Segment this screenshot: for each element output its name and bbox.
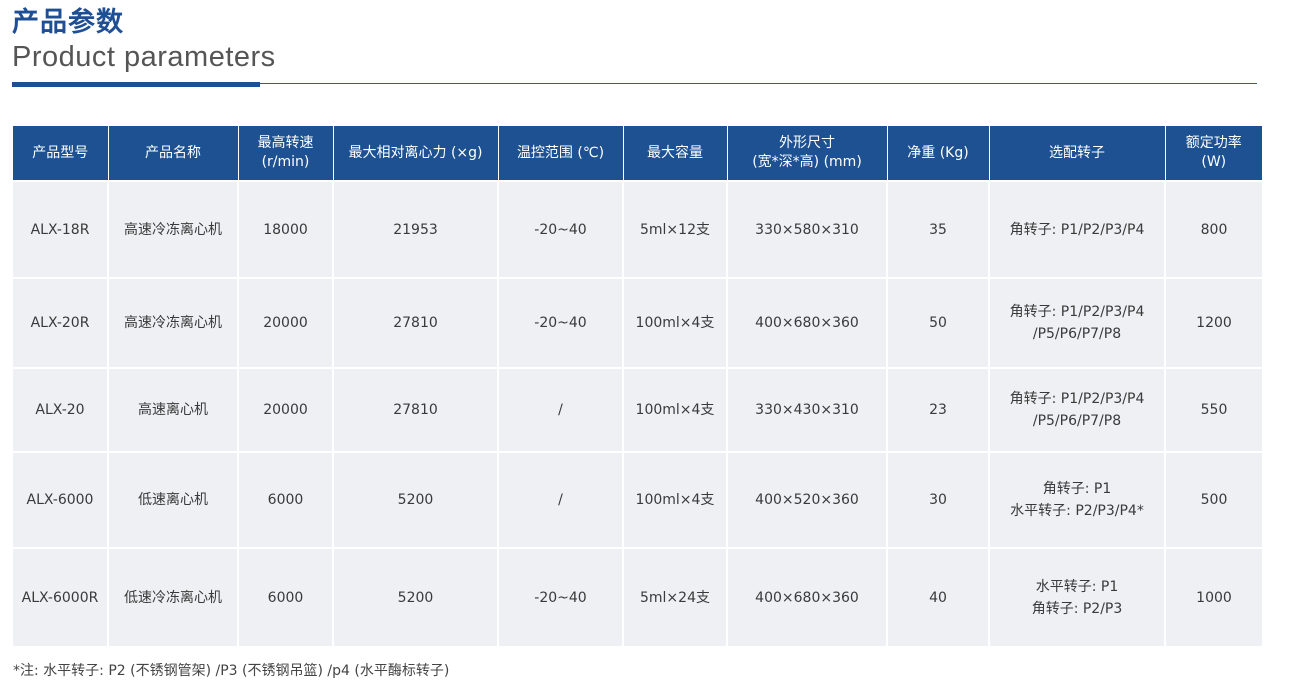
- column-header: 额定功率 (W): [1165, 126, 1262, 181]
- temp-cell: /: [498, 451, 624, 548]
- speed-cell: 6000: [238, 451, 334, 548]
- power-cell: 1000: [1165, 547, 1262, 646]
- rotor-line: 角转子: P1/P2/P3/P4: [1009, 304, 1145, 320]
- column-header: 净重 (Kg): [887, 126, 990, 181]
- weight-cell: 35: [887, 180, 990, 278]
- table-row: ALX-6000R 低速冷冻离心机 6000 5200 -20~40 5ml×24支 400…: [13, 547, 1262, 646]
- power-cell: 1200: [1165, 277, 1262, 368]
- column-header-label: 产品型号: [32, 144, 89, 161]
- table-row: ALX-6000 低速离心机 6000 5200/100ml×4支 400×520×36…: [13, 451, 1262, 548]
- column-header: 选配转子: [989, 126, 1166, 181]
- column-header-label: 额定功率: [1185, 135, 1242, 151]
- column-header: 最大相对离心力 (×g): [333, 126, 499, 181]
- model-cell: ALX-20: [13, 367, 109, 452]
- model-cell: ALX-6000R: [13, 547, 109, 646]
- rotor-line: 角转子: P1/P2/P3/P4: [1009, 391, 1145, 407]
- speed-cell: 20000: [238, 367, 334, 452]
- column-header-label: 选配转子: [1049, 144, 1105, 161]
- rotor-line: 角转子: P1: [1042, 481, 1112, 497]
- size-cell: 330×580×310: [727, 180, 888, 278]
- page-subtitle: Product parameters: [12, 41, 276, 73]
- rotor-line: 水平转子: P2/P3/P4*: [1010, 503, 1144, 519]
- rotor-cell: 角转子: P1/P2/P3/P4: [989, 180, 1166, 278]
- column-header-label: 最大相对离心力 (×g): [348, 144, 483, 161]
- column-header-label: 外形尺寸: [779, 135, 835, 151]
- speed-cell: 6000: [238, 547, 334, 646]
- rotor-cell: 角转子: P1 水平转子: P2/P3/P4*: [989, 451, 1166, 548]
- title-divider-accent: [12, 82, 260, 87]
- rcf-cell: 27810: [333, 277, 499, 368]
- rcf-cell: 5200: [333, 547, 499, 646]
- name-cell: 高速冷冻离心机: [108, 180, 239, 278]
- column-header-label: (宽*深*高) (mm): [752, 154, 862, 170]
- power-cell: 500: [1165, 451, 1262, 548]
- temp-cell: /: [498, 367, 624, 452]
- weight-cell: 23: [887, 367, 990, 452]
- rotor-cell: 角转子: P1/P2/P3/P4/P5/P6/P7/P8: [989, 367, 1166, 452]
- rcf-cell: 21953: [333, 180, 499, 278]
- capacity-cell: 5ml×12支: [623, 180, 728, 278]
- capacity-cell: 100ml×4支: [623, 277, 728, 368]
- weight-cell: 50: [887, 277, 990, 368]
- temp-cell: -20~40: [498, 277, 624, 368]
- size-cell: 400×520×360: [727, 451, 888, 548]
- table-row: ALX-20R 高速冷冻离心机 20000 27810 -20~40 100ml×4支 40…: [13, 277, 1262, 368]
- column-header: 产品名称: [108, 126, 239, 181]
- column-header: 最大容量: [623, 126, 728, 181]
- capacity-cell: 5ml×24支: [623, 547, 728, 646]
- temp-cell: -20~40: [498, 180, 624, 278]
- capacity-cell: 100ml×4支: [623, 451, 728, 548]
- model-cell: ALX-18R: [13, 180, 109, 278]
- column-header: 产品型号: [13, 126, 109, 181]
- temp-cell: -20~40: [498, 547, 624, 646]
- column-header-label: 最高转速: [257, 135, 314, 151]
- rotor-line: 水平转子: P1: [1035, 578, 1119, 595]
- table-row: ALX-18R 高速冷冻离心机 18000 21953 -20~40 5ml×12支 330…: [13, 180, 1262, 278]
- column-header: 外形尺寸 (宽*深*高) (mm): [727, 126, 888, 181]
- rotor-line: /P5/P6/P7/P8: [1032, 413, 1122, 429]
- name-cell: 低速冷冻离心机: [108, 547, 239, 646]
- column-header-label: 净重 (Kg): [907, 144, 969, 161]
- weight-cell: 30: [887, 451, 990, 548]
- model-cell: ALX-6000: [13, 451, 109, 548]
- model-cell: ALX-20R: [13, 277, 109, 368]
- table-row: ALX-20 高速离心机 20000 27810/100ml×4支 330×430×31…: [13, 367, 1262, 452]
- rotor-line: /P5/P6/P7/P8: [1032, 326, 1122, 342]
- column-header: 温控范围 (℃): [498, 126, 624, 181]
- rotor-cell: 角转子: P1/P2/P3/P4/P5/P6/P7/P8: [989, 277, 1166, 368]
- speed-cell: 18000: [238, 180, 334, 278]
- name-cell: 高速离心机: [108, 367, 239, 452]
- power-cell: 800: [1165, 180, 1262, 278]
- capacity-cell: 100ml×4支: [623, 367, 728, 452]
- rotor-line: 角转子: P1/P2/P3/P4: [1009, 221, 1145, 238]
- column-header: 最高转速 (r/min): [238, 126, 334, 181]
- speed-cell: 20000: [238, 277, 334, 368]
- column-header-label: 温控范围 (℃): [516, 144, 605, 161]
- name-cell: 低速离心机: [108, 451, 239, 548]
- column-header-label: 产品名称: [145, 144, 201, 161]
- rcf-cell: 5200: [333, 451, 499, 548]
- column-header-label: (W): [1201, 154, 1227, 170]
- power-cell: 550: [1165, 367, 1262, 452]
- table-header-row: 产品型号 产品名称 最高转速 (r/min) 最大相对离心力 (×g) 温控范围 (℃) 最…: [13, 126, 1262, 181]
- table-body: ALX-18R 高速冷冻离心机 18000 21953 -20~40 5ml×12支 330…: [13, 180, 1262, 646]
- page-title: 产品参数: [12, 7, 124, 38]
- column-header-label: (r/min): [261, 154, 310, 170]
- name-cell: 高速冷冻离心机: [108, 277, 239, 368]
- size-cell: 400×680×360: [727, 547, 888, 646]
- size-cell: 400×680×360: [727, 277, 888, 368]
- rotor-line: 角转子: P2/P3: [1031, 600, 1123, 617]
- product-parameters-table: 产品型号 产品名称 最高转速 (r/min) 最大相对离心力 (×g) 温控范围 (℃) 最…: [13, 126, 1262, 646]
- rotor-cell: 水平转子: P1 角转子: P2/P3: [989, 547, 1166, 646]
- column-header-label: 最大容量: [647, 144, 703, 161]
- size-cell: 330×430×310: [727, 367, 888, 452]
- weight-cell: 40: [887, 547, 990, 646]
- rcf-cell: 27810: [333, 367, 499, 452]
- footnote: *注: 水平转子: P2 (不锈钢管架) /P3 (不锈钢吊篮) /p4 (水平…: [13, 663, 450, 679]
